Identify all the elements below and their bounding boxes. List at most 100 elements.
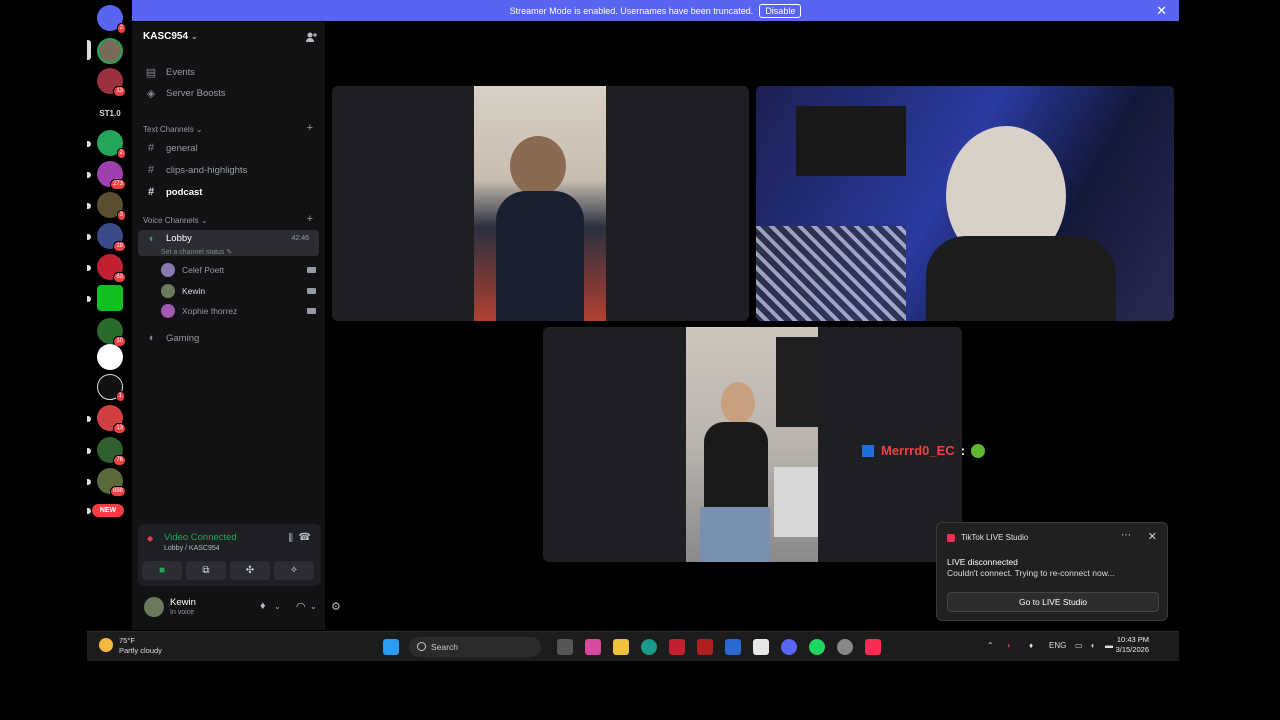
- share-screen-button[interactable]: ⧉: [186, 561, 226, 580]
- server-badge: 18: [113, 241, 126, 252]
- close-icon[interactable]: ✕: [1148, 530, 1157, 543]
- server-icon-sw[interactable]: [97, 344, 123, 370]
- invite-people-icon[interactable]: [305, 31, 317, 43]
- category-label: Text Channels: [143, 125, 194, 134]
- battery-icon[interactable]: ▬: [1105, 641, 1113, 650]
- unread-pip: [87, 203, 91, 209]
- server-icon-kasc954[interactable]: [97, 38, 123, 64]
- server-icon[interactable]: 10: [97, 318, 126, 347]
- go-to-live-studio-button[interactable]: Go to LIVE Studio: [947, 592, 1159, 612]
- voice-member[interactable]: Kewin: [161, 283, 205, 299]
- boosts-label: Server Boosts: [166, 87, 226, 99]
- server-icon[interactable]: 13: [97, 68, 126, 97]
- voice-member[interactable]: Xophie thorrez: [161, 303, 237, 319]
- unread-pip: [87, 172, 91, 178]
- channel-label: podcast: [166, 186, 203, 198]
- user-panel: Kewin In voice ♦ ⌄ ◠ ⌄ ⚙: [138, 592, 341, 624]
- app-icon[interactable]: [697, 639, 713, 655]
- temperature: 75°F: [119, 636, 135, 645]
- signal-icon[interactable]: ◆: [147, 534, 153, 543]
- hashtag-icon: #: [147, 186, 155, 198]
- system-clock[interactable]: 10:43 PM 3/15/2026: [1116, 635, 1149, 655]
- video-tile-celef-poett[interactable]: [332, 86, 749, 321]
- server-icon[interactable]: 3: [97, 192, 126, 221]
- windows-start-icon[interactable]: [383, 639, 399, 655]
- server-icon[interactable]: 76: [97, 437, 126, 466]
- server-icon-cash[interactable]: 1: [97, 374, 125, 402]
- server-icon[interactable]: 888: [97, 468, 126, 497]
- server-icon-st[interactable]: ST1.0: [97, 100, 123, 126]
- person-shape: [926, 236, 1116, 321]
- server-icon[interactable]: 273: [97, 161, 126, 190]
- server-icon[interactable]: 63: [97, 254, 126, 283]
- server-icon-kick[interactable]: [97, 285, 123, 311]
- channel-general[interactable]: # general: [138, 138, 319, 158]
- person-shape: [704, 422, 768, 512]
- server-badge: 2: [116, 148, 126, 159]
- spotify-icon[interactable]: [809, 639, 825, 655]
- copilot-icon[interactable]: [585, 639, 601, 655]
- camera-button[interactable]: ■: [142, 561, 182, 580]
- new-unreads-pill[interactable]: NEW: [92, 504, 124, 517]
- person-shape: [510, 136, 566, 196]
- server-icon[interactable]: 13: [97, 405, 126, 434]
- noise-suppression-icon[interactable]: ⫼: [288, 533, 293, 544]
- headphones-icon[interactable]: ◠: [296, 600, 306, 613]
- file-explorer-icon[interactable]: [613, 639, 629, 655]
- clock-time: 10:43 PM: [1116, 635, 1149, 644]
- microphone-icon[interactable]: ♦: [1029, 641, 1033, 650]
- server-icon[interactable]: 18: [97, 223, 126, 252]
- server-rail: 2 13 ST1.0 2 273 3 18 63 10 1 13 76 888 …: [87, 0, 132, 630]
- disable-streamer-mode-button[interactable]: Disable: [759, 3, 802, 18]
- server-icon[interactable]: 2: [97, 130, 126, 159]
- close-icon[interactable]: ✕: [1156, 3, 1167, 19]
- gear-icon[interactable]: ⚙: [331, 600, 341, 613]
- taskbar-search[interactable]: Search: [409, 637, 541, 657]
- avatar[interactable]: [144, 597, 164, 617]
- channel-podcast[interactable]: # podcast: [138, 182, 319, 202]
- edge-icon[interactable]: [641, 639, 657, 655]
- person-shape: [700, 507, 770, 562]
- video-tile-kewin[interactable]: [756, 86, 1174, 321]
- volume-icon[interactable]: ◖: [1090, 641, 1095, 650]
- activities-button[interactable]: ✣: [230, 561, 270, 580]
- mcafee-icon[interactable]: [669, 639, 685, 655]
- chevron-down-icon[interactable]: ⌄: [274, 602, 281, 611]
- discord-taskbar-icon[interactable]: [781, 639, 797, 655]
- avatar: [161, 263, 175, 277]
- server-boosts-link[interactable]: ◈ Server Boosts: [138, 83, 319, 103]
- toast-app-name: TikTok LIVE Studio: [961, 533, 1029, 542]
- network-icon[interactable]: ▭: [1075, 641, 1083, 650]
- camera-icon: [307, 288, 316, 294]
- obs-icon[interactable]: [837, 639, 853, 655]
- create-channel-icon[interactable]: +: [307, 122, 313, 134]
- tiktok-live-studio-icon[interactable]: [865, 639, 881, 655]
- set-channel-status[interactable]: Set a channel status ✎: [161, 248, 232, 256]
- disconnect-icon[interactable]: ☎: [299, 532, 311, 543]
- discord-home-icon[interactable]: 2: [97, 5, 126, 34]
- unread-pip: [87, 416, 91, 422]
- voice-channels-header[interactable]: Voice Channels ⌄: [143, 216, 208, 225]
- outlook-icon[interactable]: [725, 639, 741, 655]
- language-indicator[interactable]: ENG: [1049, 641, 1066, 650]
- chevron-down-icon[interactable]: ⌄: [310, 602, 317, 611]
- more-options-icon[interactable]: ⋯: [1121, 530, 1131, 541]
- voice-member[interactable]: Celef Poett: [161, 262, 224, 278]
- server-name-header[interactable]: KASC954 ⌄: [143, 31, 198, 42]
- tray-app-icon[interactable]: ◐: [1007, 641, 1012, 650]
- channel-clips-and-highlights[interactable]: # clips-and-highlights: [138, 160, 319, 180]
- soundboard-button[interactable]: ✧: [274, 561, 314, 580]
- events-link[interactable]: ▤ Events: [138, 62, 319, 82]
- task-view-icon[interactable]: [557, 639, 573, 655]
- microphone-icon[interactable]: ♦: [260, 600, 266, 612]
- chevron-up-icon[interactable]: ⌃: [987, 641, 994, 650]
- weather-widget[interactable]: 75°F Partly cloudy: [99, 636, 162, 656]
- bedding-shape: [756, 226, 906, 321]
- unread-pip: [87, 141, 91, 147]
- create-channel-icon[interactable]: +: [307, 213, 313, 225]
- boost-icon: ◈: [146, 87, 156, 100]
- calendar-app-icon[interactable]: [753, 639, 769, 655]
- voice-location[interactable]: Lobby / KASC954: [164, 545, 220, 552]
- voice-channel-gaming[interactable]: ◖ Gaming: [138, 328, 319, 348]
- text-channels-header[interactable]: Text Channels ⌄: [143, 125, 203, 134]
